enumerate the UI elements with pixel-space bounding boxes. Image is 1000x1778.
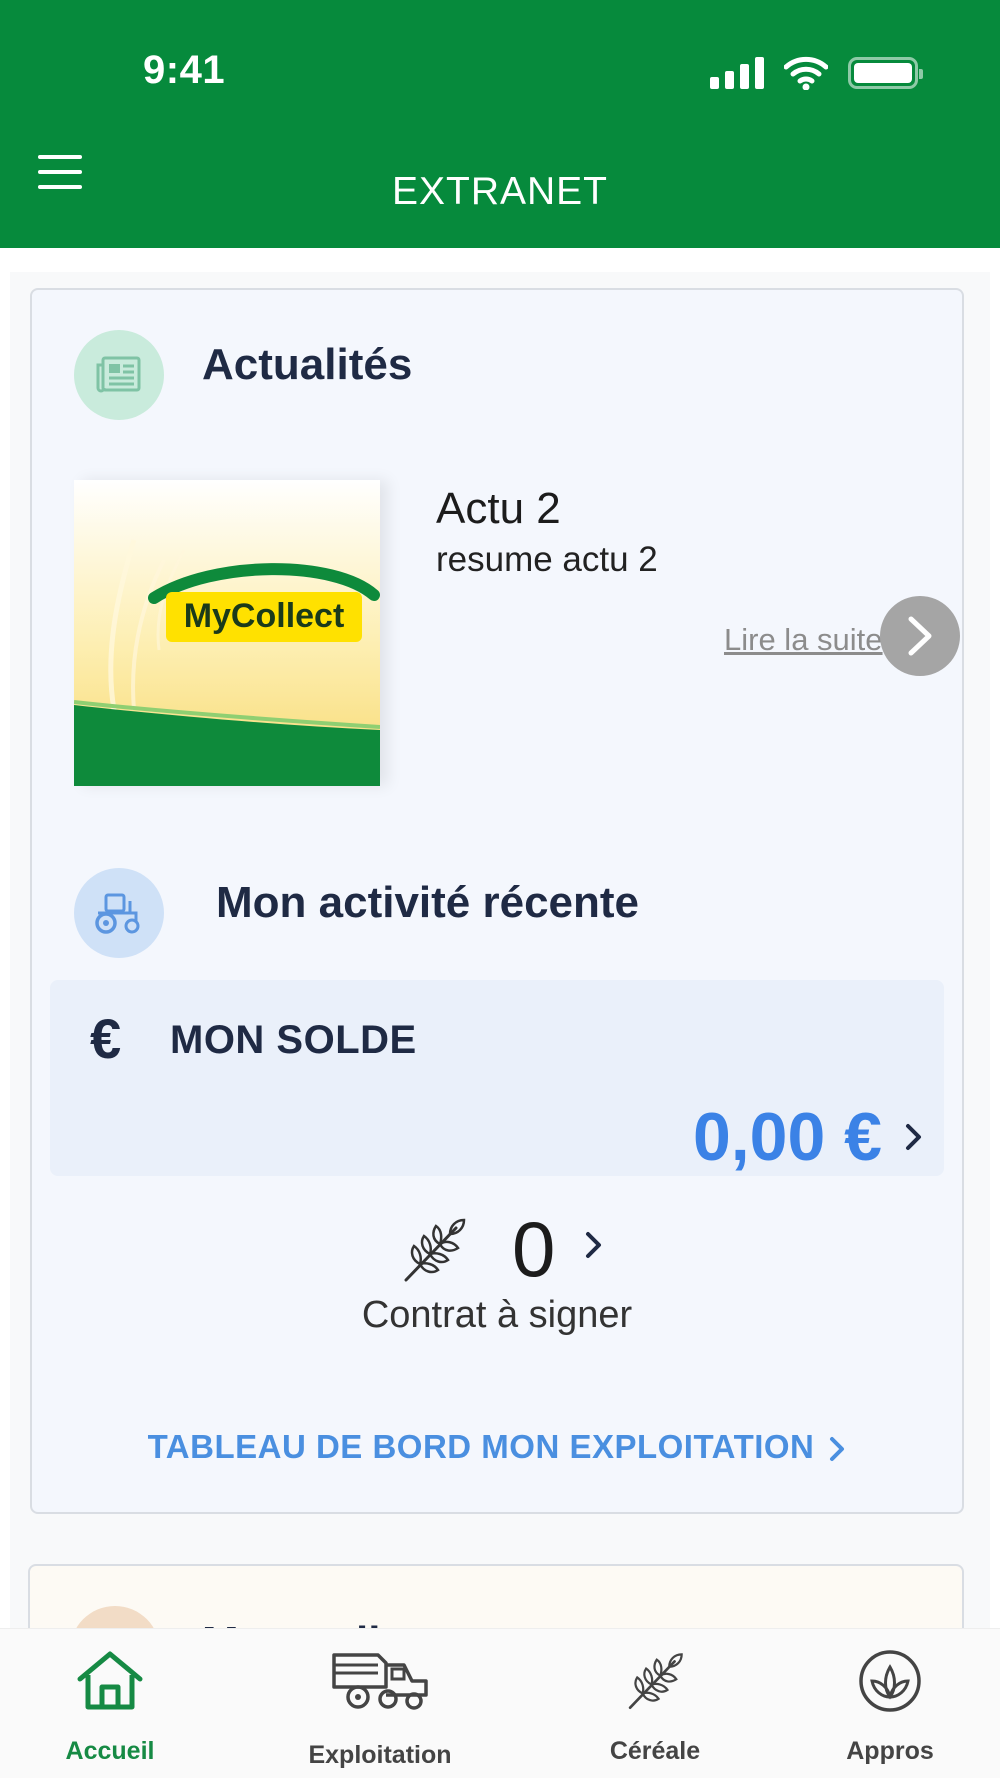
news-section-title: Actualités [202, 340, 413, 389]
nav-supplies-label: Appros [846, 1737, 934, 1765]
wheat-icon [628, 1653, 683, 1709]
carousel-next-button[interactable] [880, 596, 960, 676]
app-header: 9:41 EXTRANET [0, 0, 1000, 248]
home-icon [77, 1651, 143, 1710]
chevron-right-icon [908, 616, 932, 656]
newspaper-icon [74, 330, 164, 420]
nav-cereal-label: Céréale [609, 1737, 701, 1765]
leaf-icon [859, 1650, 921, 1712]
home-card: Actualités MyCollect Actu 2 resume actu … [30, 288, 964, 1514]
dashboard-link[interactable]: TABLEAU DE BORD MON EXPLOITATION [32, 1428, 962, 1466]
nav-exploitation[interactable]: Exploitation [290, 1629, 470, 1778]
contracts-count: 0 [512, 1205, 556, 1293]
chevron-right-icon [586, 1232, 601, 1258]
nav-home[interactable]: Accueil [40, 1629, 180, 1778]
news-thumbnail[interactable]: MyCollect [74, 480, 380, 786]
balance-panel[interactable]: € MON SOLDE 0,00 € [50, 980, 944, 1176]
nav-cereal[interactable]: Céréale [590, 1629, 720, 1778]
activity-section-title: Mon activité récente [216, 878, 640, 927]
wifi-icon [784, 56, 828, 90]
mycollect-logo-text: MyCollect [184, 597, 345, 635]
nav-supplies[interactable]: Appros [830, 1629, 950, 1778]
nav-home-label: Accueil [65, 1737, 155, 1765]
tractor-icon [74, 868, 164, 958]
read-more-link[interactable]: Lire la suite [724, 622, 884, 658]
news-headline[interactable]: Actu 2 [436, 484, 561, 534]
header-title: EXTRANET [391, 170, 609, 213]
contracts-label: Contrat à signer [361, 1294, 633, 1336]
combine-harvester-icon [332, 1653, 428, 1710]
status-time: 9:41 [143, 48, 226, 92]
balance-value: 0,00 € [692, 1099, 882, 1175]
status-icons [710, 56, 923, 90]
chevron-right-icon [906, 1124, 921, 1150]
balance-label: MON SOLDE [170, 1018, 417, 1062]
nav-exploitation-label: Exploitation [308, 1741, 452, 1769]
signal-icon [710, 57, 764, 89]
dashboard-link-label: TABLEAU DE BORD MON EXPLOITATION [147, 1428, 815, 1465]
euro-icon: € [90, 1007, 122, 1070]
bottom-navigation: Accueil Exploitation Céréale Appros [0, 1628, 1000, 1778]
battery-icon [848, 57, 923, 89]
news-summary: resume actu 2 [436, 540, 658, 579]
wheat-icon [404, 1218, 466, 1282]
chevron-right-icon [830, 1437, 845, 1462]
contracts-to-sign[interactable]: 0 Contrat à signer [32, 1198, 962, 1338]
